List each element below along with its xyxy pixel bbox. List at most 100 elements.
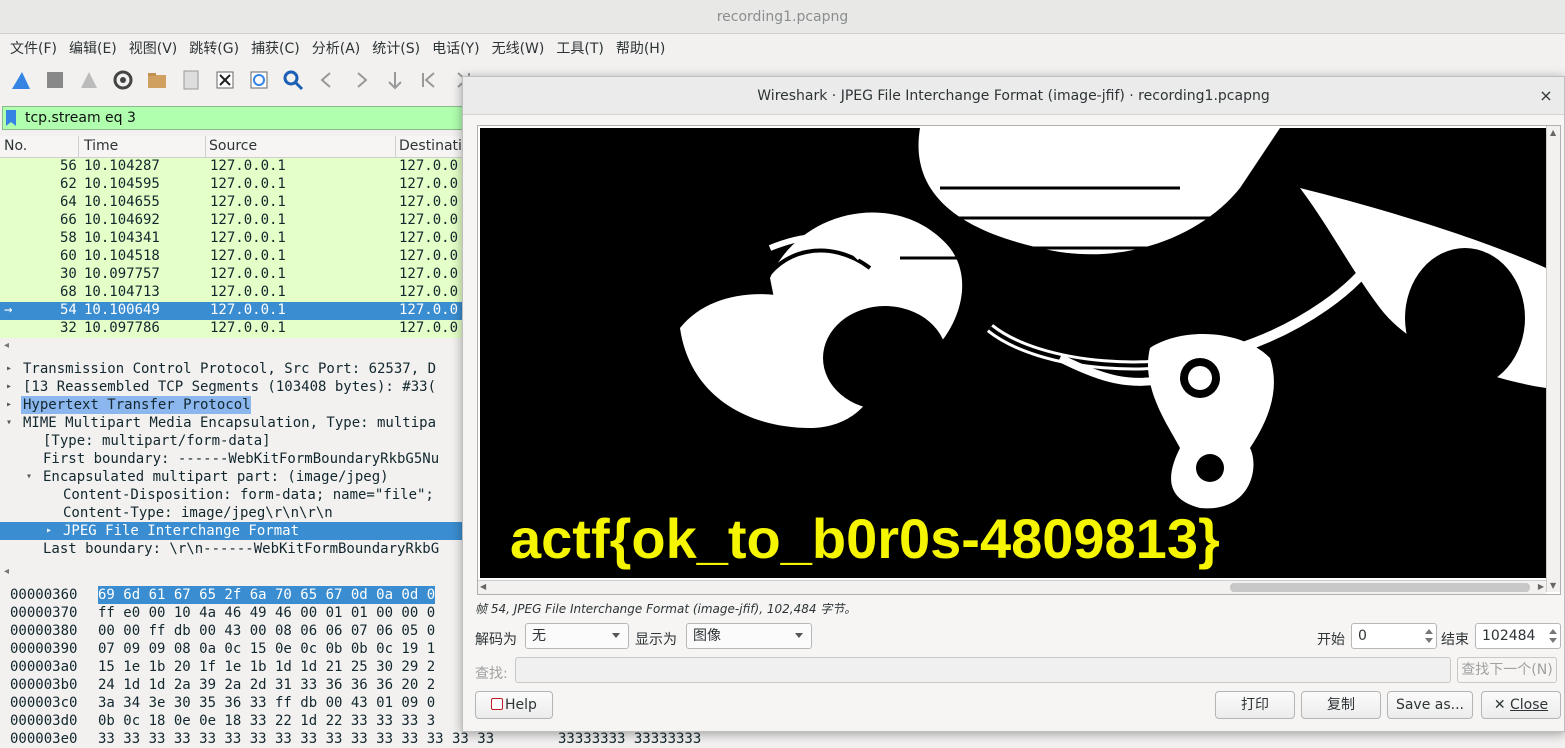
end-spinbox[interactable]: 102484 xyxy=(1475,623,1561,649)
hex-row[interactable]: 00000370 ff e0 00 10 4a 46 49 46 00 01 01… xyxy=(0,604,470,622)
col-time[interactable]: Time xyxy=(84,138,118,154)
stop-capture-icon[interactable] xyxy=(40,65,70,95)
copy-button[interactable]: 复制 xyxy=(1301,691,1381,719)
packet-details-tree: ▸ Transmission Control Protocol, Src Port… xyxy=(0,360,470,560)
packet-row[interactable]: 62 10.104595 127.0.0.1 127.0.0 xyxy=(0,176,470,194)
scroll-left-icon[interactable]: ◂ xyxy=(4,566,9,577)
col-source[interactable]: Source xyxy=(209,138,257,154)
expand-arrow-icon[interactable]: ▸ xyxy=(46,522,52,540)
menu-edit[interactable]: 编辑(E) xyxy=(63,38,123,58)
scroll-left-icon[interactable]: ◀ xyxy=(480,582,486,591)
packet-row[interactable]: 68 10.104713 127.0.0.1 127.0.0 xyxy=(0,284,470,302)
window-title: recording1.pcapng xyxy=(0,0,1565,34)
dialog-close-icon[interactable]: × xyxy=(1536,77,1556,115)
packet-row[interactable]: 58 10.104341 127.0.0.1 127.0.0 xyxy=(0,230,470,248)
menu-go[interactable]: 跳转(G) xyxy=(183,38,245,58)
tree-node-reassembled[interactable]: ▸ [13 Reassembled TCP Segments (103408 by… xyxy=(0,378,470,396)
start-capture-icon[interactable] xyxy=(6,65,36,95)
expand-arrow-icon[interactable]: ▸ xyxy=(6,378,12,396)
export-object-dialog: Wireshark · JPEG File Interchange Format… xyxy=(462,76,1565,732)
capture-options-icon[interactable] xyxy=(108,65,138,95)
find-input[interactable] xyxy=(515,657,1451,683)
details-scrollbar[interactable]: ◂ xyxy=(0,566,470,580)
hex-row[interactable]: 00000380 00 00 ff db 00 43 00 08 06 06 07… xyxy=(0,622,470,640)
packet-row[interactable]: 60 10.104518 127.0.0.1 127.0.0 xyxy=(0,248,470,266)
image-vertical-scrollbar[interactable]: ▲ ▼ xyxy=(1546,126,1560,592)
tree-node-tcp[interactable]: ▸ Transmission Control Protocol, Src Port… xyxy=(0,360,470,378)
tree-node-http[interactable]: ▸ Hypertext Transfer Protocol xyxy=(0,396,470,414)
tree-node-content-disposition[interactable]: Content-Disposition: form-data; name="fi… xyxy=(0,486,470,504)
close-file-icon[interactable] xyxy=(210,65,240,95)
restart-capture-icon[interactable] xyxy=(74,65,104,95)
menu-view[interactable]: 视图(V) xyxy=(123,38,184,58)
menu-analyze[interactable]: 分析(A) xyxy=(306,38,367,58)
hex-row[interactable]: 000003b0 24 1d 1d 2a 39 2a 2d 31 33 36 36… xyxy=(0,676,470,694)
packet-row[interactable]: 66 10.104692 127.0.0.1 127.0.0 xyxy=(0,212,470,230)
scroll-down-icon[interactable]: ▼ xyxy=(1550,581,1556,590)
expand-arrow-icon[interactable]: ▸ xyxy=(6,360,12,378)
menu-capture[interactable]: 捕获(C) xyxy=(245,38,306,58)
packet-list-scrollbar[interactable]: ◂ xyxy=(0,340,470,354)
decode-as-select[interactable]: 无 xyxy=(525,623,629,649)
save-file-icon[interactable] xyxy=(176,65,206,95)
decrement-icon[interactable] xyxy=(1425,638,1433,643)
go-forward-icon[interactable] xyxy=(346,65,376,95)
reload-file-icon[interactable] xyxy=(244,65,274,95)
packet-row-selected[interactable]: → 54 10.100649 127.0.0.1 127.0.0 xyxy=(0,302,470,320)
menu-tools[interactable]: 工具(T) xyxy=(550,38,609,58)
menu-telephony[interactable]: 电话(Y) xyxy=(426,38,485,58)
col-destination[interactable]: Destinatic xyxy=(399,138,470,154)
display-filter-bar: tcp.stream eq 3 xyxy=(0,104,472,130)
show-as-label: 显示为 xyxy=(635,632,677,648)
save-as-button[interactable]: Save as... xyxy=(1387,691,1473,719)
scroll-thumb[interactable] xyxy=(1230,583,1530,592)
print-button[interactable]: 打印 xyxy=(1215,691,1295,719)
related-packet-arrow-icon: → xyxy=(4,302,13,318)
menu-wireless[interactable]: 无线(W) xyxy=(486,38,551,58)
tree-node-type[interactable]: [Type: multipart/form-data] xyxy=(0,432,470,450)
menu-help[interactable]: 帮助(H) xyxy=(610,38,671,58)
packet-row[interactable]: 64 10.104655 127.0.0.1 127.0.0 xyxy=(0,194,470,212)
first-packet-icon[interactable] xyxy=(414,65,444,95)
hex-row[interactable]: 00000360 69 6d 61 67 65 2f 6a 70 65 67 0d… xyxy=(0,586,470,604)
scroll-up-icon[interactable]: ▲ xyxy=(1550,128,1556,137)
tree-node-content-type[interactable]: Content-Type: image/jpeg\r\n\r\n xyxy=(0,504,470,522)
decode-as-label: 解码为 xyxy=(475,632,517,648)
packet-row[interactable]: 56 10.104287 127.0.0.1 127.0.0 xyxy=(0,158,470,176)
col-no[interactable]: No. xyxy=(4,138,27,154)
increment-icon[interactable] xyxy=(1425,629,1433,634)
hex-row[interactable]: 000003d0 0b 0c 18 0e 0e 18 33 22 1d 22 33… xyxy=(0,712,470,730)
menu-statistics[interactable]: 统计(S) xyxy=(366,38,426,58)
close-button[interactable]: ✕ Close xyxy=(1481,691,1561,719)
scroll-right-icon[interactable]: ▶ xyxy=(1538,582,1544,591)
menu-file[interactable]: 文件(F) xyxy=(4,38,63,58)
packet-row[interactable]: 32 10.097786 127.0.0.1 127.0.0 xyxy=(0,320,470,338)
packet-row[interactable]: 30 10.097757 127.0.0.1 127.0.0 xyxy=(0,266,470,284)
start-spinbox[interactable]: 0 xyxy=(1351,623,1437,649)
tree-node-jpeg-selected[interactable]: ▸ JPEG File Interchange Format xyxy=(0,522,470,540)
hex-row[interactable]: 000003e0 33 33 33 33 33 33 33 33 33 33 33… xyxy=(0,730,701,748)
hex-row[interactable]: 000003a0 15 1e 1b 20 1f 1e 1b 1d 1d 21 25… xyxy=(0,658,470,676)
hex-row[interactable]: 00000390 07 09 09 08 0a 0c 15 0e 0c 0b 0b… xyxy=(0,640,470,658)
expand-arrow-icon[interactable]: ▸ xyxy=(6,396,12,414)
image-horizontal-scrollbar[interactable]: ◀ ▶ xyxy=(478,580,1546,594)
scroll-left-icon[interactable]: ◂ xyxy=(4,340,9,351)
open-file-icon[interactable] xyxy=(142,65,172,95)
tree-node-mime[interactable]: ▾ MIME Multipart Media Encapsulation, Typ… xyxy=(0,414,470,432)
tree-node-last-boundary[interactable]: Last boundary: \r\n------WebKitFormBound… xyxy=(0,540,470,558)
go-to-packet-icon[interactable] xyxy=(380,65,410,95)
go-back-icon[interactable] xyxy=(312,65,342,95)
close-icon: ✕ xyxy=(1493,697,1506,713)
tree-node-encapsulated-part[interactable]: ▾ Encapsulated multipart part: (image/jpe… xyxy=(0,468,470,486)
find-packet-icon[interactable] xyxy=(278,65,308,95)
find-next-button[interactable]: 查找下一个(N) xyxy=(1457,657,1557,683)
help-button[interactable]: Help xyxy=(475,691,553,719)
collapse-arrow-icon[interactable]: ▾ xyxy=(6,414,12,432)
display-filter-input[interactable]: tcp.stream eq 3 xyxy=(2,106,472,130)
hex-row[interactable]: 000003c0 3a 34 3e 30 35 36 33 ff db 00 43… xyxy=(0,694,470,712)
decrement-icon[interactable] xyxy=(1549,638,1557,643)
increment-icon[interactable] xyxy=(1549,629,1557,634)
collapse-arrow-icon[interactable]: ▾ xyxy=(26,468,32,486)
show-as-select[interactable]: 图像 xyxy=(686,623,812,649)
tree-node-first-boundary[interactable]: First boundary: ------WebKitFormBoundary… xyxy=(0,450,470,468)
